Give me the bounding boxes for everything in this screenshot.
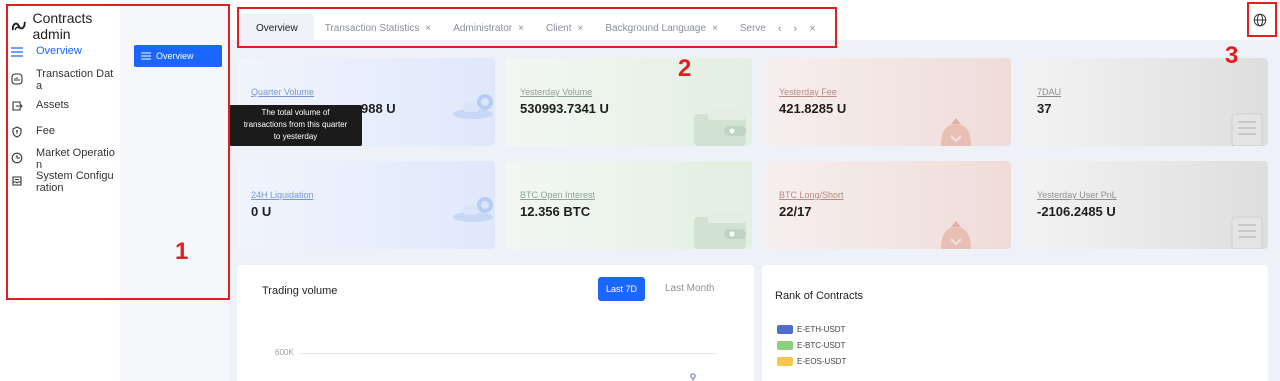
- wallet-illustration: [694, 213, 746, 249]
- app-root: Contracts admin Overview Transaction Dat…: [0, 0, 1280, 381]
- last-7d-button[interactable]: Last 7D: [598, 277, 645, 301]
- stat-card-24h-liquidation: 24H Liquidation 0 U: [237, 161, 495, 249]
- wallet-illustration: [694, 110, 746, 146]
- stat-value: 421.8285 U: [779, 101, 847, 116]
- stat-value: 530993.7341 U: [520, 101, 609, 116]
- y-axis-tick: 600K: [275, 348, 294, 357]
- stat-card-yesterday-volume: Yesterday Volume 530993.7341 U: [506, 58, 752, 146]
- legend-swatch: [777, 325, 793, 334]
- money-bag-illustration: [941, 221, 971, 249]
- stat-label[interactable]: Yesterday Volume: [520, 87, 592, 97]
- tooltip-line: to yesterday: [273, 132, 318, 141]
- stat-label[interactable]: 24H Liquidation: [251, 190, 314, 200]
- stat-label[interactable]: 7DAU: [1037, 87, 1061, 97]
- legend-item[interactable]: E-EOS-USDT: [777, 357, 846, 366]
- stat-value: 988 U: [361, 101, 396, 116]
- annotation-number-1: 1: [175, 238, 189, 265]
- document-illustration: [1231, 216, 1263, 249]
- money-bag-illustration: [941, 118, 971, 146]
- legend-label: E-ETH-USDT: [797, 325, 846, 334]
- stat-value: 22/17: [779, 204, 812, 219]
- document-illustration: [1231, 113, 1263, 146]
- legend-item[interactable]: E-ETH-USDT: [777, 325, 845, 334]
- stat-label[interactable]: Yesterday User PnL: [1037, 190, 1117, 200]
- annotation-number-3: 3: [1225, 42, 1239, 69]
- stat-value: 12.356 BTC: [520, 204, 591, 219]
- stat-card-btc-open-interest: BTC Open Interest 12.356 BTC: [506, 161, 752, 249]
- stat-value: -2106.2485 U: [1037, 204, 1116, 219]
- panel-title: Rank of Contracts: [775, 290, 864, 302]
- stat-card-btc-long-short: BTC Long/Short 22/17: [765, 161, 1011, 249]
- tooltip-line: The total volume of: [261, 108, 330, 117]
- stat-card-yesterday-user-pnl: Yesterday User PnL -2106.2485 U: [1023, 161, 1268, 249]
- legend-swatch: [777, 357, 793, 366]
- last-month-button[interactable]: Last Month: [665, 283, 714, 294]
- trading-volume-panel: Trading volume Last 7D Last Month 600K: [237, 265, 754, 381]
- chart-marker-icon: [690, 373, 696, 381]
- panel-title: Trading volume: [262, 285, 338, 297]
- legend-swatch: [777, 341, 793, 350]
- annotation-box-sidebar: [6, 4, 230, 300]
- coins-illustration: [453, 197, 493, 222]
- legend-item[interactable]: E-BTC-USDT: [777, 341, 845, 350]
- tooltip-line: transactions from this quarter: [243, 120, 348, 129]
- annotation-number-2: 2: [678, 55, 692, 82]
- main-content: Overview Transaction Statistics × Admini…: [230, 0, 1280, 381]
- stat-label[interactable]: Yesterday Fee: [779, 87, 837, 97]
- stat-card-7dau: 7DAU 37: [1023, 58, 1268, 146]
- rank-of-contracts-panel: Rank of Contracts E-ETH-USDT E-BTC-USDT …: [762, 265, 1268, 381]
- annotation-box-globe: [1247, 2, 1277, 37]
- coins-illustration: [453, 94, 493, 119]
- quarter-volume-tooltip: The total volume of transactions from th…: [229, 105, 362, 146]
- grid-line: [299, 353, 717, 354]
- annotation-box-tabs: [237, 7, 837, 48]
- stat-card-yesterday-fee: Yesterday Fee 421.8285 U: [765, 58, 1011, 146]
- legend-label: E-EOS-USDT: [797, 357, 847, 366]
- stat-value: 0 U: [251, 204, 272, 219]
- stat-value: 37: [1037, 101, 1052, 116]
- legend-label: E-BTC-USDT: [797, 341, 846, 350]
- stat-label[interactable]: BTC Open Interest: [520, 190, 595, 200]
- stat-label[interactable]: BTC Long/Short: [779, 190, 844, 200]
- stat-label[interactable]: Quarter Volume: [251, 87, 314, 97]
